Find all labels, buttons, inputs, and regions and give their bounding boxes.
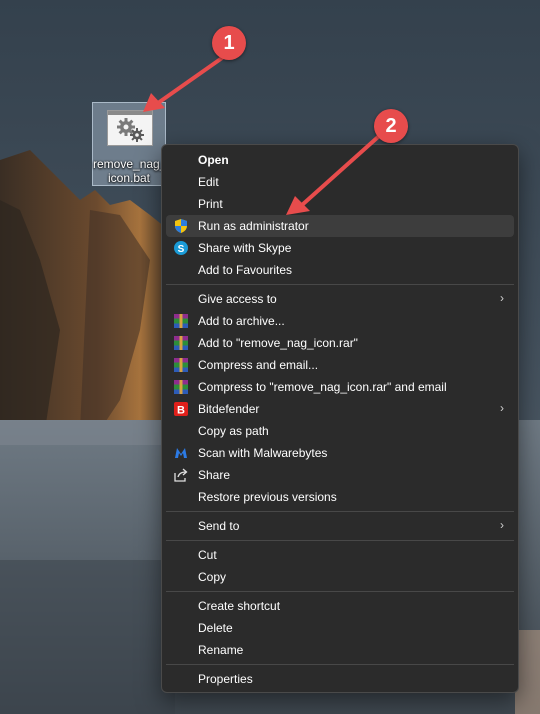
menu-item-delete[interactable]: Delete bbox=[166, 617, 514, 639]
menu-item-label: Share bbox=[198, 468, 231, 482]
menu-item-compress-and-email[interactable]: Compress and email... bbox=[166, 354, 514, 376]
menu-item-label: Copy bbox=[198, 570, 227, 584]
skype-icon: S bbox=[173, 240, 189, 256]
bitdefender-icon: B bbox=[173, 401, 189, 417]
menu-item-label: Share with Skype bbox=[198, 241, 292, 255]
menu-item-label: Edit bbox=[198, 175, 219, 189]
malwarebytes-icon bbox=[173, 445, 189, 461]
menu-item-label: Copy as path bbox=[198, 424, 269, 438]
winrar-icon bbox=[173, 313, 189, 329]
menu-item-add-to-favourites[interactable]: Add to Favourites bbox=[166, 259, 514, 281]
winrar-icon bbox=[173, 379, 189, 395]
menu-item-share-with-skype[interactable]: S Share with Skype bbox=[166, 237, 514, 259]
menu-item-label: Add to "remove_nag_icon.rar" bbox=[198, 336, 358, 350]
share-icon bbox=[173, 467, 189, 483]
menu-item-label: Delete bbox=[198, 621, 233, 635]
menu-item-properties[interactable]: Properties bbox=[166, 668, 514, 690]
menu-item-label: Add to archive... bbox=[198, 314, 285, 328]
menu-item-open[interactable]: Open bbox=[166, 149, 514, 171]
menu-separator bbox=[166, 664, 514, 665]
menu-item-create-shortcut[interactable]: Create shortcut bbox=[166, 595, 514, 617]
menu-item-share[interactable]: Share bbox=[166, 464, 514, 486]
menu-item-copy[interactable]: Copy bbox=[166, 566, 514, 588]
menu-item-send-to[interactable]: Send to › bbox=[166, 515, 514, 537]
menu-item-label: Open bbox=[198, 153, 229, 167]
menu-item-label: Run as administrator bbox=[198, 219, 309, 233]
svg-text:B: B bbox=[177, 405, 185, 417]
context-menu: Open Edit Print Run as administrator S Share … bbox=[161, 144, 519, 693]
svg-text:S: S bbox=[178, 244, 185, 255]
annotation-badge-1: 1 bbox=[212, 26, 246, 60]
menu-item-print[interactable]: Print bbox=[166, 193, 514, 215]
menu-item-give-access-to[interactable]: Give access to › bbox=[166, 288, 514, 310]
menu-item-restore-previous-versions[interactable]: Restore previous versions bbox=[166, 486, 514, 508]
menu-item-add-to-archive[interactable]: Add to archive... bbox=[166, 310, 514, 332]
menu-separator bbox=[166, 591, 514, 592]
menu-item-label: Bitdefender bbox=[198, 402, 260, 416]
menu-item-edit[interactable]: Edit bbox=[166, 171, 514, 193]
menu-item-copy-as-path[interactable]: Copy as path bbox=[166, 420, 514, 442]
winrar-icon bbox=[173, 335, 189, 351]
menu-item-compress-to-remove-nag-icon-rar-and-email[interactable]: Compress to "remove_nag_icon.rar" and em… bbox=[166, 376, 514, 398]
menu-item-label: Cut bbox=[198, 548, 217, 562]
menu-item-cut[interactable]: Cut bbox=[166, 544, 514, 566]
menu-item-label: Add to Favourites bbox=[198, 263, 293, 277]
menu-item-label: Print bbox=[198, 197, 223, 211]
menu-separator bbox=[166, 284, 514, 285]
menu-item-label: Properties bbox=[198, 672, 253, 686]
desktop-file-icon[interactable]: remove_nag_ icon.bat bbox=[92, 102, 166, 186]
menu-item-label: Scan with Malwarebytes bbox=[198, 446, 328, 460]
chevron-right-icon: › bbox=[500, 518, 504, 532]
uac-shield-icon bbox=[173, 218, 189, 234]
menu-item-label: Give access to bbox=[198, 292, 277, 306]
menu-item-label: Send to bbox=[198, 519, 240, 533]
menu-item-label: Rename bbox=[198, 643, 244, 657]
menu-separator bbox=[166, 511, 514, 512]
winrar-icon bbox=[173, 357, 189, 373]
menu-item-label: Compress to "remove_nag_icon.rar" and em… bbox=[198, 380, 447, 394]
chevron-right-icon: › bbox=[500, 291, 504, 305]
desktop-file-label: remove_nag_ icon.bat bbox=[93, 157, 167, 185]
gears-icon bbox=[117, 118, 144, 142]
menu-item-label: Compress and email... bbox=[198, 358, 319, 372]
menu-item-run-as-administrator[interactable]: Run as administrator bbox=[166, 215, 514, 237]
batch-file-icon bbox=[107, 110, 153, 146]
menu-item-label: Create shortcut bbox=[198, 599, 281, 613]
menu-item-bitdefender[interactable]: B Bitdefender › bbox=[166, 398, 514, 420]
chevron-right-icon: › bbox=[500, 401, 504, 415]
menu-item-scan-with-malwarebytes[interactable]: Scan with Malwarebytes bbox=[166, 442, 514, 464]
annotation-badge-2: 2 bbox=[374, 109, 408, 143]
menu-item-add-to-remove-nag-icon-rar[interactable]: Add to "remove_nag_icon.rar" bbox=[166, 332, 514, 354]
menu-separator bbox=[166, 540, 514, 541]
menu-item-rename[interactable]: Rename bbox=[166, 639, 514, 661]
menu-item-label: Restore previous versions bbox=[198, 490, 337, 504]
